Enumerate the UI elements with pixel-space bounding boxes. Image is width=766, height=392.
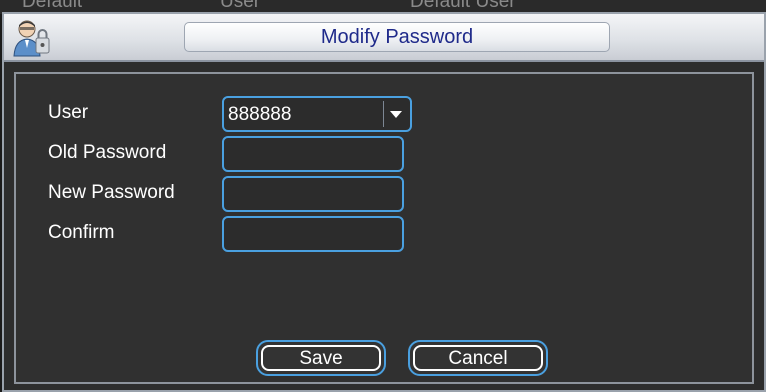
chevron-down-icon xyxy=(390,111,402,118)
modify-password-dialog: Modify Password User 888888 Old Password… xyxy=(2,12,766,392)
old-password-field[interactable] xyxy=(222,136,404,172)
dialog-title: Modify Password xyxy=(184,22,610,52)
new-password-field[interactable] xyxy=(222,176,404,212)
new-password-label: New Password xyxy=(48,182,175,203)
user-lock-icon xyxy=(12,18,52,58)
dialog-content-panel: User 888888 Old Password New Password Co… xyxy=(14,72,754,384)
save-button[interactable]: Save xyxy=(256,340,386,376)
user-row: User 888888 xyxy=(16,96,736,132)
old-password-label: Old Password xyxy=(48,142,167,163)
confirm-row: Confirm xyxy=(16,216,736,252)
user-label: User xyxy=(48,102,89,123)
confirm-password-field[interactable] xyxy=(222,216,404,252)
user-select-value: 888888 xyxy=(228,104,292,125)
save-button-label: Save xyxy=(261,345,381,371)
user-select[interactable]: 888888 xyxy=(222,96,412,132)
cancel-button-label: Cancel xyxy=(413,345,543,371)
old-password-row: Old Password xyxy=(16,136,736,172)
dropdown-button[interactable] xyxy=(383,101,408,127)
new-password-row: New Password xyxy=(16,176,736,212)
dialog-titlebar[interactable]: Modify Password xyxy=(4,14,764,62)
cancel-button[interactable]: Cancel xyxy=(408,340,548,376)
confirm-label: Confirm xyxy=(48,222,115,243)
